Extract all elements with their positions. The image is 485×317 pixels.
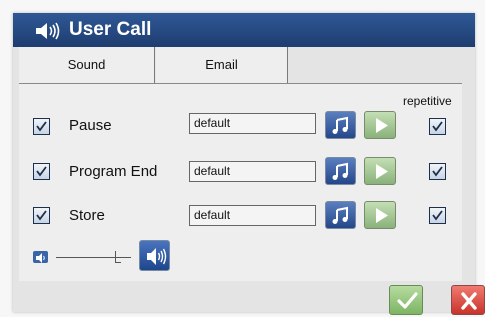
tab-sound[interactable]: Sound bbox=[19, 47, 155, 83]
tab-sound-label: Sound bbox=[67, 57, 106, 72]
play-icon bbox=[376, 208, 388, 223]
tab-email-label: Email bbox=[205, 57, 238, 72]
play-icon bbox=[376, 118, 388, 133]
program-end-label: Program End bbox=[69, 163, 158, 180]
store-label: Store bbox=[69, 207, 105, 224]
pause-repetitive-checkbox[interactable] bbox=[429, 118, 446, 135]
volume-low-icon[interactable] bbox=[33, 251, 48, 263]
music-note-icon bbox=[332, 162, 348, 180]
speaker-icon bbox=[34, 21, 64, 41]
volume-high-icon bbox=[147, 248, 167, 265]
store-enabled-checkbox[interactable] bbox=[33, 207, 50, 224]
store-choose-sound-button[interactable] bbox=[325, 201, 356, 229]
program-end-enabled-checkbox[interactable] bbox=[33, 163, 50, 180]
program-end-sound-field[interactable]: default bbox=[189, 161, 316, 182]
cancel-button[interactable] bbox=[451, 285, 485, 315]
music-note-icon bbox=[332, 116, 348, 134]
pause-sound-field[interactable]: default bbox=[189, 113, 316, 134]
play-icon bbox=[376, 164, 388, 179]
program-end-play-button[interactable] bbox=[364, 157, 396, 185]
pause-enabled-checkbox[interactable] bbox=[33, 118, 50, 135]
pause-choose-sound-button[interactable] bbox=[325, 111, 356, 139]
program-end-repetitive-checkbox[interactable] bbox=[429, 163, 446, 180]
tab-email[interactable]: Email bbox=[156, 47, 288, 83]
store-repetitive-checkbox[interactable] bbox=[429, 207, 446, 224]
close-icon bbox=[461, 292, 477, 310]
pause-play-button[interactable] bbox=[364, 111, 396, 139]
store-play-button[interactable] bbox=[364, 201, 396, 229]
volume-slider-handle[interactable] bbox=[114, 251, 121, 263]
program-end-choose-sound-button[interactable] bbox=[325, 157, 356, 185]
store-sound-field[interactable]: default bbox=[189, 205, 316, 226]
pause-label: Pause bbox=[69, 117, 112, 134]
music-note-icon bbox=[332, 206, 348, 224]
title-bar: User Call bbox=[13, 13, 475, 47]
volume-high-button[interactable] bbox=[139, 240, 170, 271]
window-title: User Call bbox=[69, 19, 152, 40]
repetitive-column-label: repetitive bbox=[403, 94, 452, 108]
checkmark-icon bbox=[397, 292, 418, 309]
ok-button[interactable] bbox=[389, 285, 423, 315]
